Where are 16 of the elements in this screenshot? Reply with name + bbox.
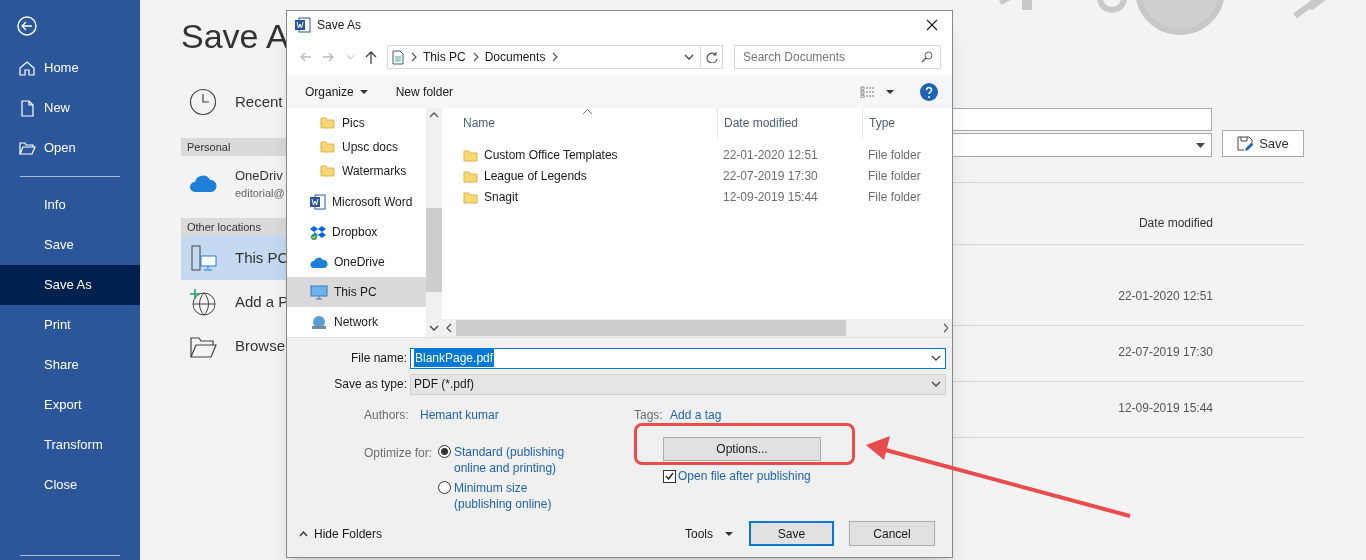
date-cell: 22-07-2019 17:30 (723, 168, 818, 183)
page-title: Save A (181, 16, 289, 57)
field-label: Tags: (634, 407, 664, 424)
field-label: Optimize for: (364, 445, 433, 462)
date-cell: 12-09-2019 15:44 (723, 189, 818, 204)
type-cell: File folder (868, 168, 921, 183)
type-cell: File folder (868, 147, 921, 162)
date-cell-text: 12-09-2019 15:44 (1118, 400, 1213, 417)
field-label: Save as type: (333, 376, 408, 393)
field-label: Authors: (364, 407, 410, 424)
date-cell: 22-01-2020 12:51 (723, 147, 818, 162)
type-cell: File folder (868, 189, 921, 204)
dialog-title: Save As (317, 17, 362, 34)
date-cell-text: 22-07-2019 17:30 (1118, 344, 1213, 361)
field-label: File name: (349, 350, 408, 367)
date-cell-text: 22-01-2020 12:51 (1118, 288, 1213, 305)
